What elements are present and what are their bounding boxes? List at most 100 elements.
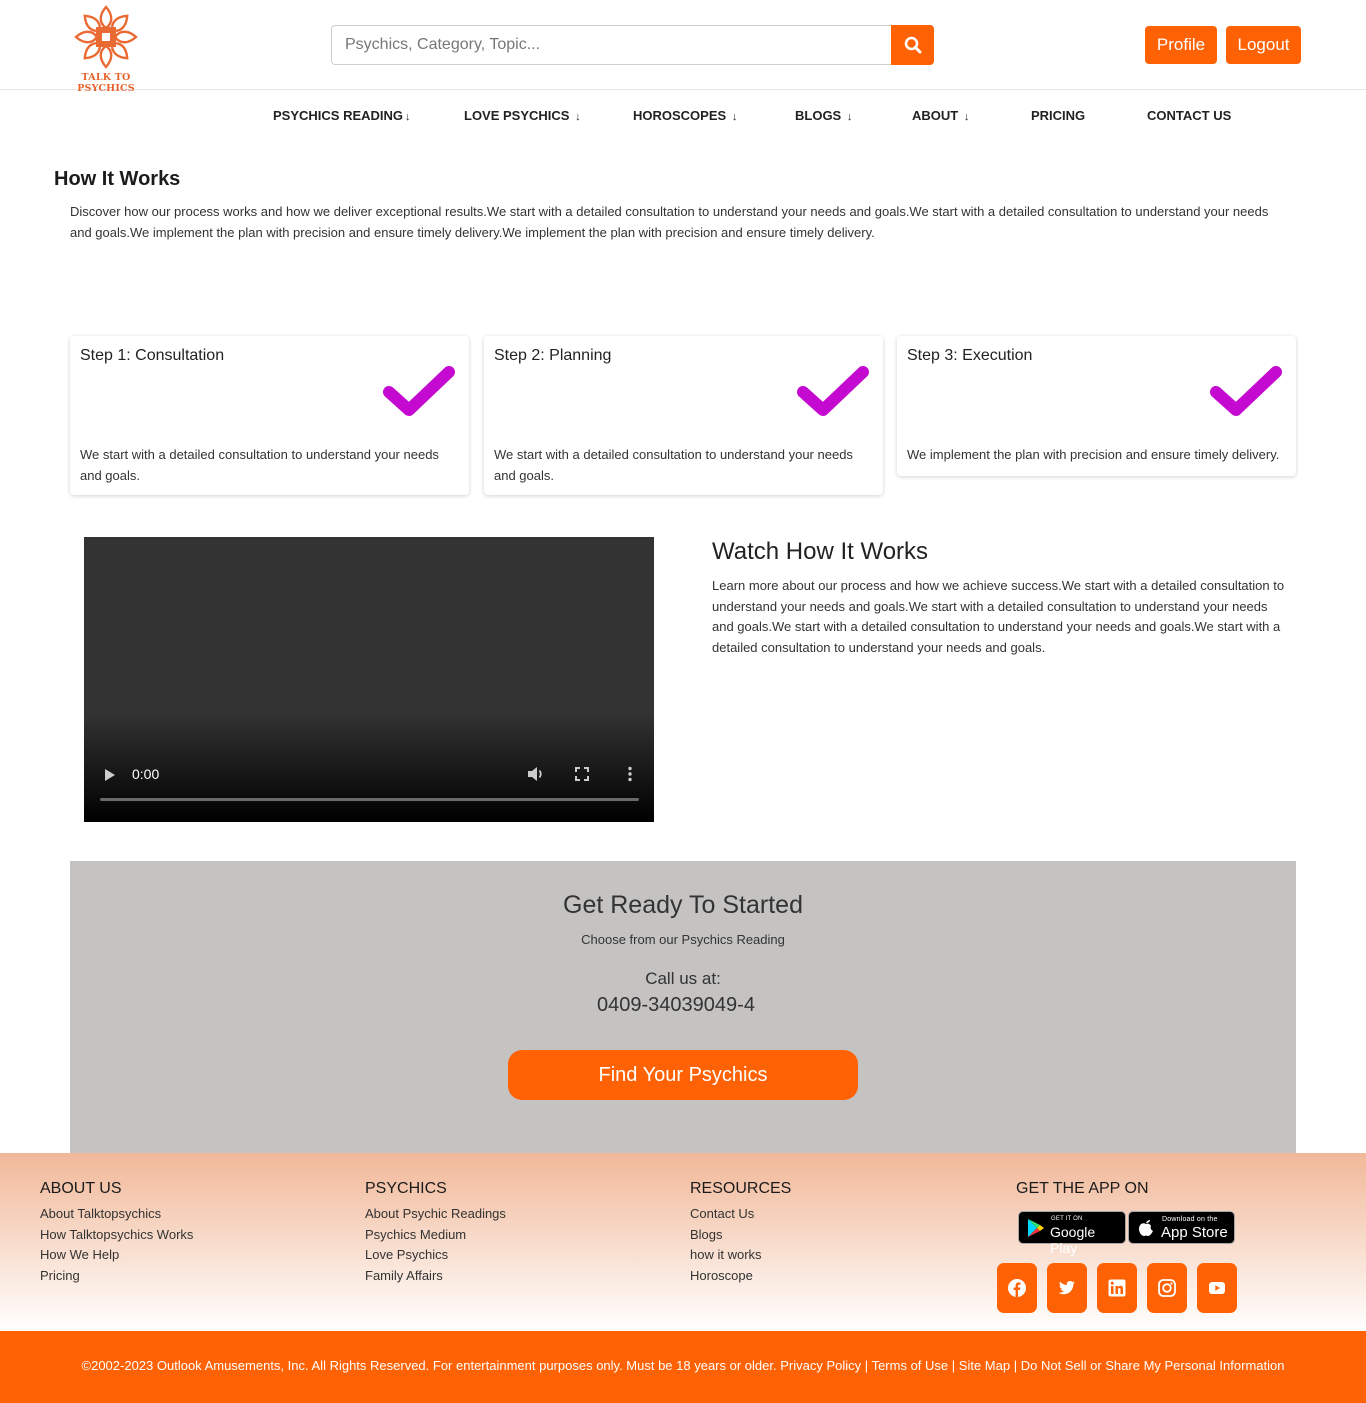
search-button[interactable] [891,25,934,65]
step-card-planning: Step 2: Planning We start with a detaile… [484,336,883,495]
footer-column-psychics: PSYCHICS About Psychic Readings Psychics… [365,1180,506,1286]
cta-subtitle: Choose from our Psychics Reading [581,932,785,947]
separator: | [864,1358,869,1373]
search-input[interactable] [331,25,892,65]
footer-link[interactable]: How Talktopsychics Works [40,1225,193,1246]
linkedin-icon [1108,1279,1126,1297]
footer-link[interactable]: Horoscope [690,1266,791,1287]
separator: | [951,1358,956,1373]
footer-link[interactable]: how it works [690,1245,791,1266]
copyright-text: ©2002-2023 Outlook Amusements, Inc. All … [81,1358,777,1373]
search-bar [331,25,934,65]
checkmark-icon [383,366,455,416]
arrow-down-icon: ↓ [575,111,581,123]
arrow-down-icon: ↓ [846,111,853,123]
step-title: Step 3: Execution [907,347,1033,364]
footer-heading: RESOURCES [690,1180,792,1197]
arrow-down-icon: ↓ [963,111,970,123]
nav-item-horoscopes[interactable]: HOROSCOPES ↓ [633,108,737,123]
nav-item-contact-us[interactable]: CONTACT US [1147,108,1231,123]
footer-column-about: ABOUT US About Talktopsychics How Talkto… [40,1180,193,1286]
find-your-psychics-button[interactable]: Find Your Psychics [508,1050,858,1100]
site-header: TALK TO PSYCHICS Profile Logout [0,0,1366,94]
site-map-link[interactable]: Site Map [959,1358,1010,1373]
instagram-icon [1158,1279,1176,1297]
nav-item-about[interactable]: ABOUT ↓ [912,108,969,123]
search-icon [904,36,921,54]
instagram-button[interactable] [1147,1263,1187,1313]
twitter-icon [1058,1281,1075,1295]
footer-link[interactable]: Love Psychics [365,1245,506,1266]
arrow-down-icon: ↓ [731,111,738,123]
phone-number: 0409-34039049-4 [597,994,755,1016]
footer-link[interactable]: About Psychic Readings [365,1204,506,1225]
separator: | [1013,1358,1018,1373]
privacy-policy-link[interactable]: Privacy Policy [780,1358,861,1373]
nav-item-psychics-reading[interactable]: PSYCHICS READING ↓ [273,108,411,123]
footer-heading: GET THE APP ON [1016,1180,1149,1197]
watch-description: Learn more about our process and how we … [712,578,1285,655]
checkmark-icon [1210,366,1282,416]
nav-item-pricing[interactable]: PRICING [1031,108,1085,123]
apple-icon [1139,1220,1153,1236]
footer-heading: ABOUT US [40,1180,122,1197]
site-footer: ABOUT US About Talktopsychics How Talkto… [0,1153,1366,1331]
footer-link[interactable]: Pricing [40,1266,193,1287]
google-play-icon [1028,1219,1044,1237]
twitter-button[interactable] [1047,1263,1087,1313]
copyright-line: ©2002-2023 Outlook Amusements, Inc. All … [0,1358,1366,1373]
badge-big-text: App Store [1161,1224,1228,1241]
linkedin-button[interactable] [1097,1263,1137,1313]
watch-title: Watch How It Works [712,538,929,565]
profile-button[interactable]: Profile [1145,26,1217,64]
footer-column-app: GET THE APP ON [1016,1180,1149,1204]
badge-small-text: Download on the [1162,1216,1218,1223]
logo[interactable]: TALK TO PSYCHICS [56,2,156,94]
facebook-icon [1008,1279,1026,1297]
video-progress-bar[interactable] [100,798,639,801]
footer-link[interactable]: Blogs [690,1225,791,1246]
volume-icon[interactable] [527,766,545,782]
terms-of-use-link[interactable]: Terms of Use [872,1358,949,1373]
cta-title: Get Ready To Started [563,891,803,919]
do-not-sell-link[interactable]: Do Not Sell or Share My Personal Informa… [1021,1358,1285,1373]
lotus-logo-icon [74,5,138,69]
step-card-consultation: Step 1: Consultation We start with a det… [70,336,469,495]
video-controls-background [84,712,654,822]
footer-link[interactable]: Family Affairs [365,1266,506,1287]
footer-link[interactable]: Psychics Medium [365,1225,506,1246]
bottom-bar: ©2002-2023 Outlook Amusements, Inc. All … [0,1331,1366,1403]
arrow-down-icon: ↓ [405,111,411,123]
step-title: Step 1: Consultation [80,347,225,364]
step-text: We start with a detailed consultation to… [494,447,853,483]
youtube-icon [1209,1282,1225,1294]
step-text: We implement the plan with precision and… [907,447,1280,462]
video-player[interactable]: 0:00 [84,537,654,822]
cta-section: Get Ready To Started Choose from our Psy… [70,861,1296,1153]
logout-button[interactable]: Logout [1226,26,1301,64]
more-options-icon[interactable] [627,766,633,782]
main-nav: PSYCHICS READING ↓ LOVE PSYCHICS ↓ HOROSC… [0,108,1366,126]
google-play-badge[interactable]: GET IT ON Google Play [1018,1211,1126,1256]
how-it-works-title: How It Works [54,168,181,190]
video-time: 0:00 [132,766,160,782]
app-store-badge[interactable]: Download on the App Store [1128,1211,1235,1244]
play-icon[interactable] [104,768,116,782]
call-label: Call us at: [645,969,721,988]
footer-link[interactable]: Contact Us [690,1204,791,1225]
step-card-execution: Step 3: Execution We implement the plan … [897,336,1296,476]
how-it-works-description: Discover how our process works and how w… [70,204,1269,240]
fullscreen-icon[interactable] [575,767,589,781]
footer-column-resources: RESOURCES Contact Us Blogs how it works … [690,1180,791,1286]
step-text: We start with a detailed consultation to… [80,447,439,483]
badge-small-text: GET IT ON [1051,1216,1083,1222]
badge-big-text: Google Play [1050,1224,1096,1256]
nav-item-love-psychics[interactable]: LOVE PSYCHICS ↓ [464,108,581,123]
footer-heading: PSYCHICS [365,1180,447,1197]
footer-link[interactable]: About Talktopsychics [40,1204,193,1225]
facebook-button[interactable] [997,1263,1037,1313]
youtube-button[interactable] [1197,1263,1237,1313]
nav-item-blogs[interactable]: BLOGS ↓ [795,108,852,123]
checkmark-icon [797,366,869,416]
footer-link[interactable]: How We Help [40,1245,193,1266]
